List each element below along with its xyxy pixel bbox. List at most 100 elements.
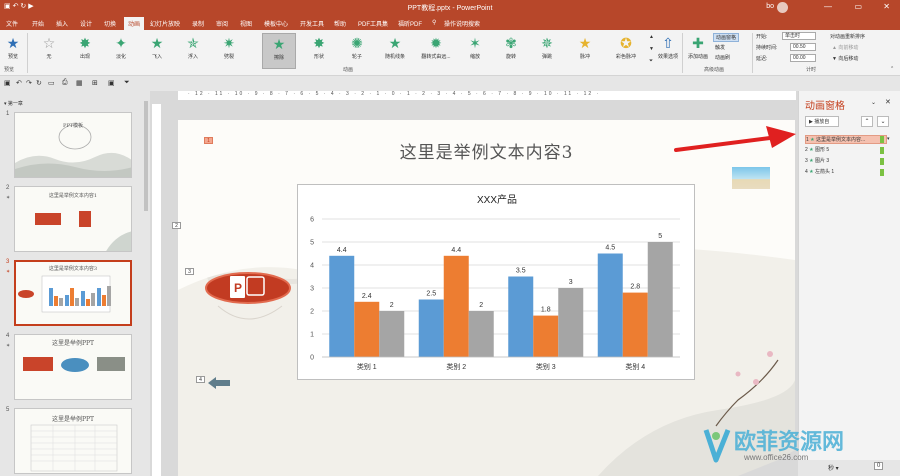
anim-fade[interactable]: ✦ 淡化 <box>104 33 138 69</box>
anim-list-item[interactable]: 4 ★ 左箭头 1 <box>805 168 887 177</box>
repeat-icon[interactable]: ↻ <box>36 79 42 87</box>
delay-label: 延迟: <box>756 56 768 62</box>
start-select[interactable]: 单击时 <box>782 32 816 40</box>
beach-photo[interactable] <box>732 167 770 189</box>
delay-field[interactable]: 00.00 <box>790 54 816 62</box>
gallery-scroll-up-icon[interactable]: ▲ <box>649 34 654 40</box>
redo-icon[interactable]: ↷ <box>26 79 32 87</box>
anim-zoom[interactable]: ✶ 缩放 <box>458 33 492 69</box>
slide-thumbnail-1[interactable]: PPT模板 <box>14 112 132 178</box>
anim-color-pulse[interactable]: ✪ 彩色脉冲 <box>606 33 646 69</box>
arrange-icon[interactable]: ⊞ <box>92 79 98 87</box>
ppt-logo-graphic[interactable]: P <box>198 254 308 324</box>
avatar[interactable] <box>777 2 788 13</box>
slide-thumbnail-5[interactable]: 这里是举例PPT <box>14 408 132 474</box>
move-down-button[interactable]: ⌄ <box>877 116 889 127</box>
customize-icon[interactable]: ⏷ <box>124 79 130 87</box>
left-arrow-shape[interactable] <box>208 377 230 389</box>
undo-icon[interactable]: ↶ <box>16 79 22 87</box>
chart-bar <box>329 255 355 357</box>
anim-float-in[interactable]: ✯ 浮入 <box>176 33 210 69</box>
chart-bar <box>354 301 380 357</box>
preview-button[interactable]: ★ 预览 <box>0 33 26 69</box>
data-label: 1.8 <box>541 307 551 314</box>
thumbnails-scroll-thumb[interactable] <box>144 101 148 211</box>
anim-wipe[interactable]: ★ 擦除 <box>262 33 296 69</box>
tab-record[interactable]: 录制 <box>192 19 204 28</box>
anim-pulse[interactable]: ★ 脉冲 <box>568 33 602 69</box>
anim-appear[interactable]: ✸ 出现 <box>68 33 102 69</box>
trigger-button[interactable]: 触发 <box>715 44 725 51</box>
minimize-button[interactable]: — <box>824 2 832 11</box>
tab-slideshow[interactable]: 幻灯片放映 <box>150 19 180 28</box>
close-button[interactable]: ✕ <box>883 2 890 11</box>
effect-options-button[interactable]: ⇧ 效果选项 <box>656 33 680 69</box>
anim-fly-in[interactable]: ★ 飞入 <box>140 33 174 69</box>
move-later-button[interactable]: ▼ 向后移动 <box>832 55 858 62</box>
add-animation-button[interactable]: ✚ 添加动画 <box>684 33 712 69</box>
tab-pdf-tools[interactable]: PDF工具集 <box>358 19 388 28</box>
tab-view[interactable]: 视图 <box>240 19 252 28</box>
tab-home[interactable]: 开始 <box>32 19 44 28</box>
anim-none[interactable]: ☆ 无 <box>32 33 66 69</box>
anim-shape[interactable]: ✸ 形状 <box>302 33 336 69</box>
tab-file[interactable]: 文件 <box>6 19 18 28</box>
anim-list-item[interactable]: 1 ★ 这里是举例文本内容... <box>805 135 887 144</box>
anim-grow-turn[interactable]: ✹ 翻转式由远... <box>416 33 456 69</box>
pane-options-icon[interactable]: ⌄ <box>871 99 876 106</box>
move-up-button[interactable]: ⌃ <box>861 116 873 127</box>
present-icon[interactable]: ▭ <box>48 79 55 87</box>
y-tick-label: 6 <box>310 217 314 224</box>
star-icon: ✪ <box>620 35 632 51</box>
reorder-title: 对动画重新排序 <box>830 34 866 40</box>
user-name[interactable]: bo <box>766 3 774 10</box>
gallery-more-icon[interactable]: ⏷ <box>649 58 653 64</box>
tab-animations[interactable]: 动画 <box>124 17 145 30</box>
slide-thumbnail-3[interactable]: 这里是举例文本内容3 <box>14 260 132 326</box>
anim-bounce[interactable]: ✵ 弹跳 <box>530 33 564 69</box>
shape-icon[interactable]: ▦ <box>76 79 83 87</box>
anim-list-item[interactable]: 2 ★ 图形 5 <box>805 146 887 155</box>
item-dropdown-icon[interactable]: ▾ <box>887 136 890 142</box>
save-icon[interactable]: ▣ <box>4 79 11 87</box>
anim-wheel[interactable]: ✺ 轮子 <box>340 33 374 69</box>
tab-transitions[interactable]: 切换 <box>104 19 116 28</box>
animation-tag[interactable]: 3 <box>185 268 194 275</box>
anim-swivel[interactable]: ✾ 旋转 <box>494 33 528 69</box>
preview-star-icon: ★ <box>6 35 20 51</box>
star-icon: ★ <box>809 147 814 153</box>
animation-pane-button[interactable]: 动画窗格 <box>713 33 740 42</box>
tab-insert[interactable]: 插入 <box>56 19 68 28</box>
tab-design[interactable]: 设计 <box>80 19 92 28</box>
thumb-title: 这里是举例文本内容3 <box>48 266 98 272</box>
divider <box>27 33 28 73</box>
animation-tag[interactable]: 4 <box>196 376 205 383</box>
anim-list-item[interactable]: 3 ★ 图片 3 <box>805 157 887 166</box>
pane-close-icon[interactable]: ✕ <box>885 98 891 106</box>
duration-field[interactable]: 00.50 <box>790 43 816 51</box>
animation-tag[interactable]: 2 <box>172 222 181 229</box>
image-icon[interactable]: ▣ <box>108 79 115 87</box>
anim-split[interactable]: ✷ 劈裂 <box>212 33 246 69</box>
move-earlier-button[interactable]: ▲ 向前移动 <box>832 44 858 51</box>
print-icon[interactable]: ⎙ <box>62 79 68 87</box>
add-star-icon: ✚ <box>692 35 704 51</box>
animation-painter-button[interactable]: 动画刷 <box>715 54 730 61</box>
section-header[interactable]: ▾ 第一章 <box>4 100 23 107</box>
tab-template-center[interactable]: 模板中心 <box>264 19 288 28</box>
tell-me-search[interactable]: 操作说明搜索 <box>444 19 480 28</box>
tab-help[interactable]: 帮助 <box>334 19 346 28</box>
slide-title[interactable]: 这里是举例文本内容3 <box>178 138 795 163</box>
restore-button[interactable]: ▭ <box>854 2 862 11</box>
tab-developer[interactable]: 开发工具 <box>300 19 324 28</box>
bar-chart[interactable]: XXX产品 0 1 2 3 4 5 6 类别 1 4.4 2.4 2 类别 2 2.5 4.4 2 类别 3 3… <box>297 184 695 380</box>
slide-thumbnail-2[interactable]: 这里是举例文本内容1 <box>14 186 132 252</box>
play-from-button[interactable]: ▶ 播放自 <box>805 116 839 127</box>
timeline-bar <box>880 136 884 143</box>
tab-review[interactable]: 审阅 <box>216 19 228 28</box>
tab-foxit-pdf[interactable]: 福昕PDF <box>398 19 422 28</box>
collapse-ribbon-icon[interactable]: ⌃ <box>890 66 894 72</box>
gallery-scroll-down-icon[interactable]: ▼ <box>649 46 654 52</box>
anim-random-bars[interactable]: ★ 随机线条 <box>378 33 412 69</box>
slide-thumbnail-4[interactable]: 这里是举例PPT <box>14 334 132 400</box>
